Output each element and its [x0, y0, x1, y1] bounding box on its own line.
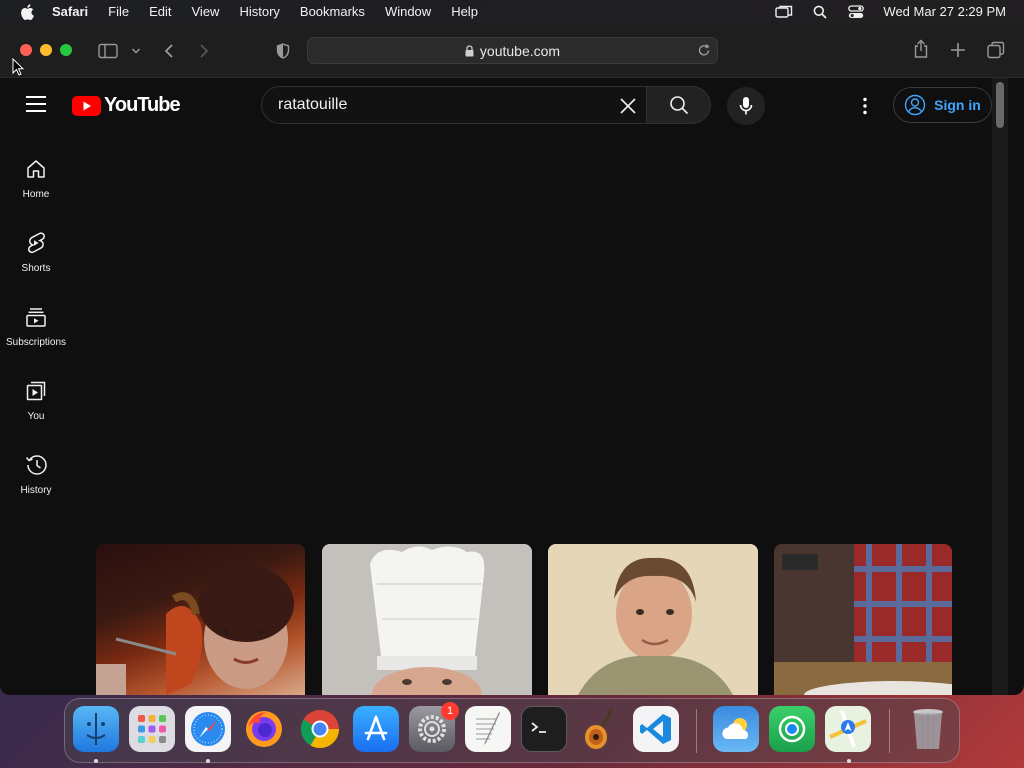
- sidebar-item-shorts[interactable]: Shorts: [0, 221, 72, 291]
- lock-icon: [465, 44, 474, 57]
- clear-search-icon[interactable]: [616, 94, 640, 118]
- search-input[interactable]: [278, 96, 598, 114]
- search-button[interactable]: [647, 86, 711, 124]
- sidebar-item-you[interactable]: You: [0, 369, 72, 439]
- menubar-clock[interactable]: Wed Mar 27 2:29 PM: [883, 4, 1006, 19]
- weather-icon[interactable]: [713, 706, 759, 752]
- app-store-icon[interactable]: [353, 706, 399, 752]
- menu-help[interactable]: Help: [451, 4, 478, 19]
- youtube-header: YouTube Sign in: [0, 78, 1008, 133]
- menu-bookmarks[interactable]: Bookmarks: [300, 4, 365, 19]
- video-thumbnail[interactable]: [774, 544, 952, 695]
- spotlight-search-icon[interactable]: [811, 4, 829, 20]
- youtube-logo[interactable]: YouTube: [72, 94, 181, 117]
- menu-app-safari[interactable]: Safari: [52, 4, 88, 19]
- sidebar-item-subscriptions[interactable]: Subscriptions: [0, 295, 72, 365]
- control-center-icon[interactable]: [847, 4, 865, 20]
- sign-in-button[interactable]: Sign in: [893, 87, 992, 123]
- sidebar-item-label: History: [20, 485, 52, 496]
- youtube-page: YouTube Sign in: [0, 78, 1008, 695]
- privacy-shield-icon[interactable]: [271, 39, 295, 63]
- account-icon: [904, 94, 926, 116]
- firefox-icon[interactable]: [241, 706, 287, 752]
- history-icon: [24, 453, 48, 477]
- screen-mirroring-icon[interactable]: [775, 4, 793, 20]
- safari-toolbar: youtube.com: [0, 23, 1024, 78]
- menu-bar: Safari File Edit View History Bookmarks …: [0, 0, 1024, 23]
- vscode-icon[interactable]: [633, 706, 679, 752]
- url-text: youtube.com: [479, 42, 561, 59]
- menu-file[interactable]: File: [108, 4, 129, 19]
- search-box: [261, 86, 647, 124]
- zoom-window-button[interactable]: [60, 44, 72, 56]
- sidebar-item-home[interactable]: Home: [0, 147, 72, 217]
- notification-badge: 1: [441, 702, 459, 720]
- forward-arrow-icon[interactable]: [192, 39, 216, 63]
- new-tab-plus-icon[interactable]: [946, 38, 970, 62]
- youtube-play-icon: [72, 95, 101, 116]
- video-thumbnail[interactable]: [322, 544, 532, 695]
- youtube-logo-text: YouTube: [104, 94, 181, 116]
- home-icon: [24, 157, 48, 181]
- sidebar-item-label: You: [27, 411, 45, 422]
- sidebar-toggle-icon[interactable]: [96, 39, 120, 63]
- chevron-down-icon[interactable]: [124, 39, 148, 63]
- find-my-icon[interactable]: [769, 706, 815, 752]
- dock: 1: [64, 698, 960, 763]
- finder-icon[interactable]: [73, 706, 119, 752]
- page-scrollbar[interactable]: [992, 78, 1008, 695]
- textedit-icon[interactable]: [465, 706, 511, 752]
- dock-separator: [889, 709, 890, 753]
- subscriptions-icon: [24, 305, 48, 329]
- reload-icon[interactable]: [697, 42, 711, 61]
- back-arrow-icon[interactable]: [157, 39, 181, 63]
- safari-window: youtube.com YouTube ratatouille Sign in …: [0, 23, 1024, 695]
- voice-search-button[interactable]: [727, 87, 765, 125]
- menu-view[interactable]: View: [192, 4, 220, 19]
- window-controls: [20, 44, 72, 56]
- launchpad-icon[interactable]: [129, 706, 175, 752]
- more-options-icon[interactable]: [856, 94, 874, 118]
- safari-icon[interactable]: [185, 706, 231, 752]
- sign-in-label: Sign in: [934, 97, 981, 113]
- maps-running-indicator: [847, 759, 851, 763]
- maps-icon[interactable]: [825, 706, 871, 752]
- mouse-pointer-icon: [12, 57, 25, 81]
- sidebar-item-label: Subscriptions: [5, 337, 67, 348]
- microphone-icon: [739, 97, 753, 115]
- trash-icon[interactable]: [905, 706, 951, 752]
- hamburger-menu-icon[interactable]: [26, 96, 46, 112]
- scrollbar-thumb[interactable]: [996, 82, 1004, 128]
- menu-history[interactable]: History: [239, 4, 279, 19]
- you-icon: [24, 379, 48, 403]
- address-bar[interactable]: youtube.com: [307, 37, 718, 64]
- minimize-window-button[interactable]: [40, 44, 52, 56]
- chrome-icon[interactable]: [297, 706, 343, 752]
- share-icon[interactable]: [909, 37, 933, 61]
- sidebar-item-history[interactable]: History: [0, 443, 72, 513]
- system-settings-icon[interactable]: 1: [409, 702, 459, 752]
- search-icon: [669, 96, 688, 115]
- video-thumbnail[interactable]: [96, 544, 305, 695]
- garageband-icon[interactable]: [577, 706, 623, 752]
- terminal-icon[interactable]: [521, 706, 567, 752]
- menu-edit[interactable]: Edit: [149, 4, 171, 19]
- close-window-button[interactable]: [20, 44, 32, 56]
- safari-running-indicator: [206, 759, 210, 763]
- sidebar-item-label: Shorts: [21, 263, 51, 274]
- finder-running-indicator: [94, 759, 98, 763]
- apple-menu-icon[interactable]: [18, 3, 36, 21]
- tab-overview-icon[interactable]: [984, 38, 1008, 62]
- menu-window[interactable]: Window: [385, 4, 431, 19]
- video-thumbnail[interactable]: [548, 544, 758, 695]
- sidebar-item-label: Home: [22, 189, 50, 200]
- shorts-icon: [24, 231, 48, 255]
- dock-separator: [696, 709, 697, 753]
